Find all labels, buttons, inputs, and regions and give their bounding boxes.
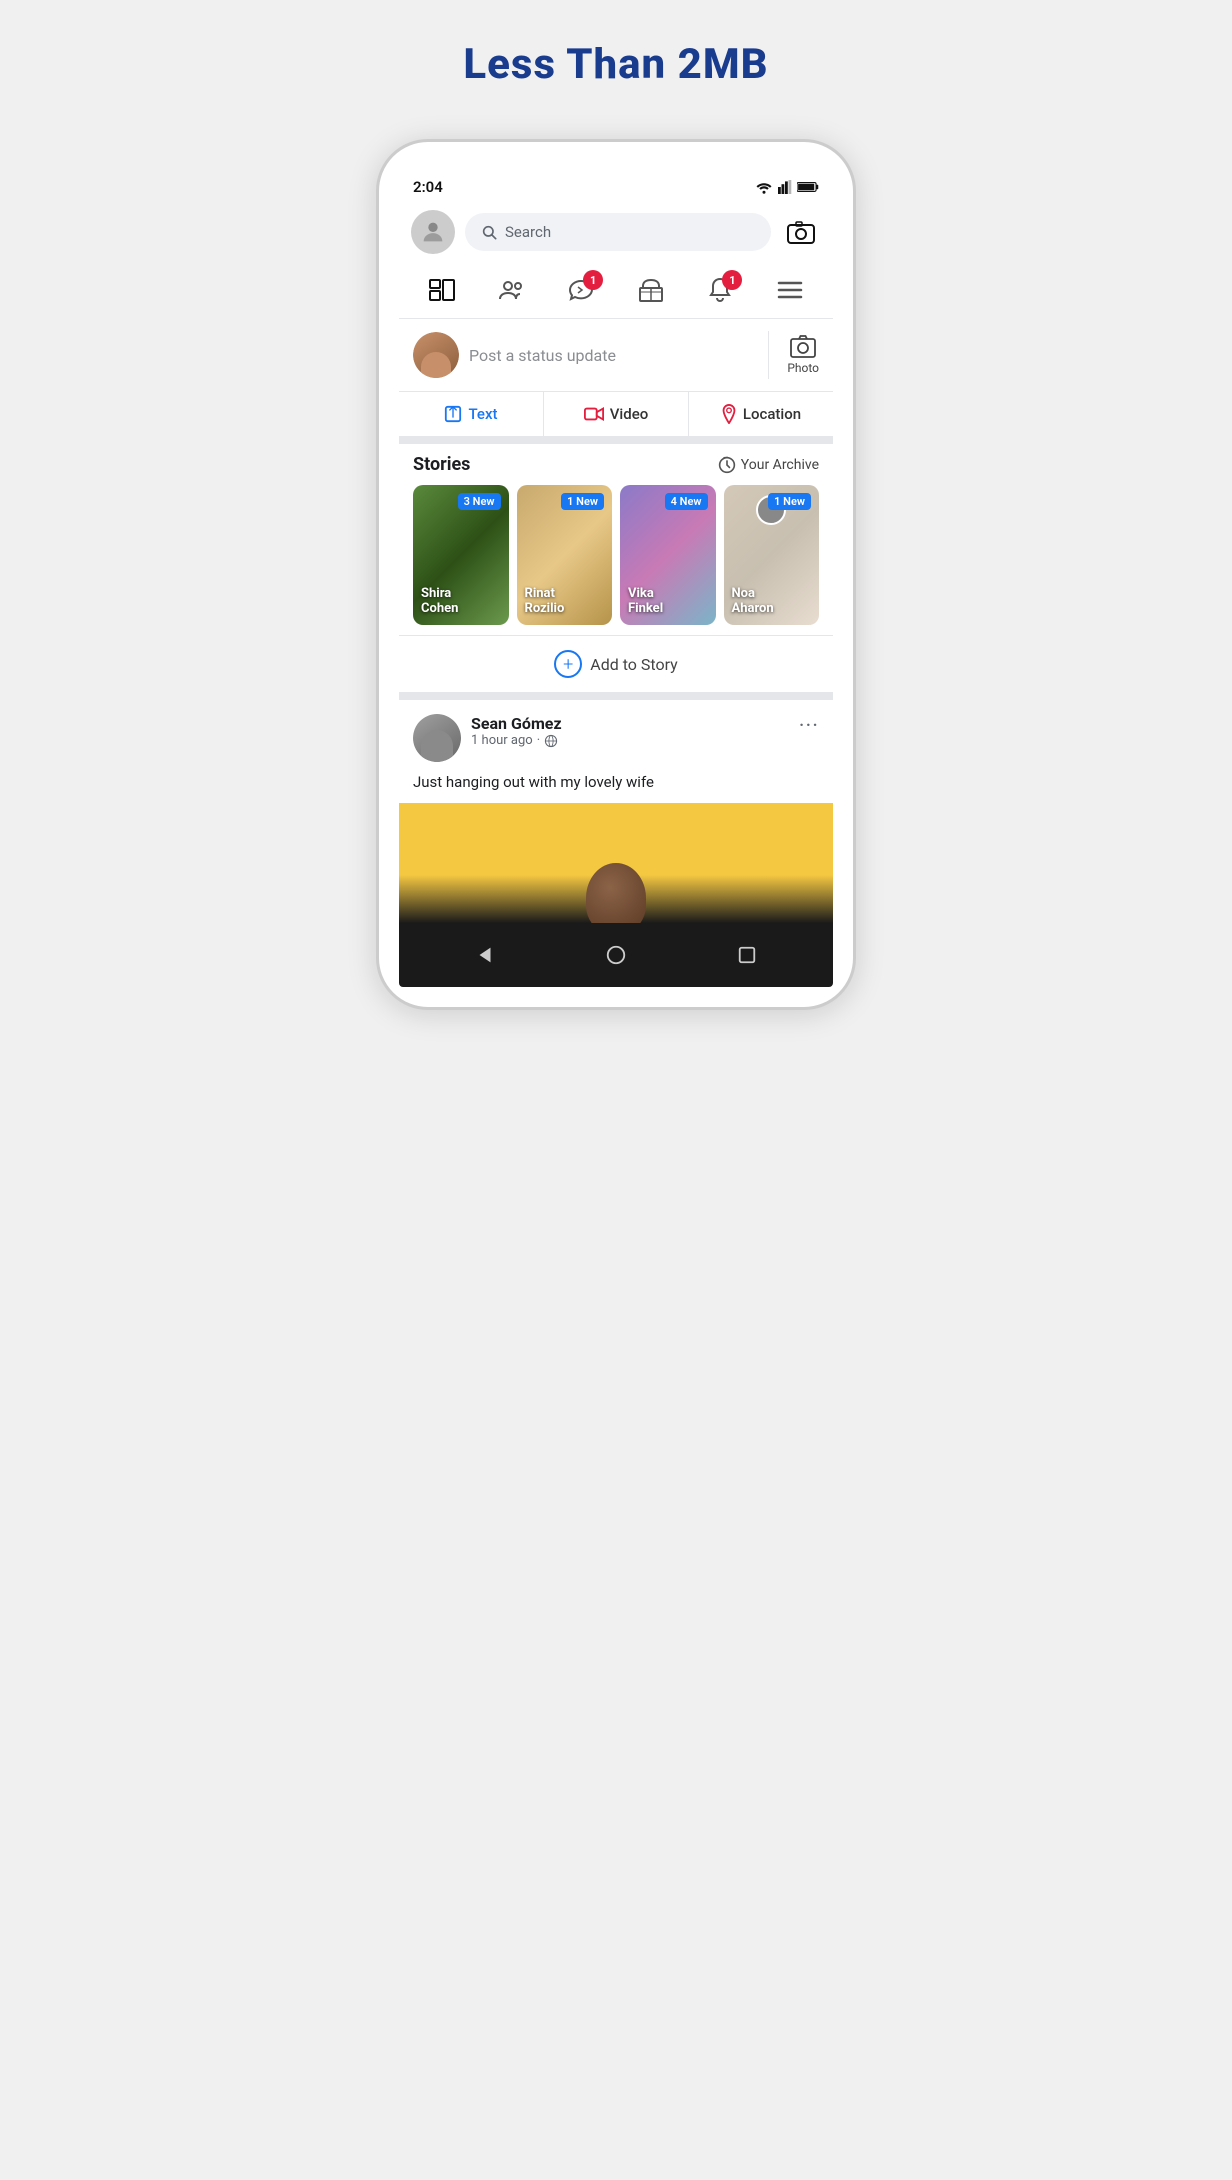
story-badge-0: 3 New <box>458 493 501 510</box>
add-story-button[interactable]: + Add to Story <box>399 635 833 700</box>
story-name-2: VikaFinkel <box>628 586 663 617</box>
location-action-label: Location <box>743 405 801 423</box>
add-story-icon: + <box>554 650 582 678</box>
post-header: Sean Gómez 1 hour ago · ··· <box>413 714 819 762</box>
story-card-3[interactable]: 1 New NoaAharon <box>724 485 820 625</box>
nav-friends[interactable] <box>485 268 537 312</box>
story-badge-2: 4 New <box>665 493 708 510</box>
composer-photo-button[interactable]: Photo <box>787 335 819 375</box>
post-card: Sean Gómez 1 hour ago · ··· <box>399 700 833 923</box>
add-story-label: Add to Story <box>590 655 677 674</box>
nav-notifications[interactable]: 1 <box>694 268 746 312</box>
nav-menu[interactable] <box>764 268 816 312</box>
post-text: Just hanging out with my lovely wife <box>413 772 819 793</box>
stories-title: Stories <box>413 454 470 475</box>
signal-icon <box>778 180 792 194</box>
post-more-button[interactable]: ··· <box>799 714 819 739</box>
status-bar: 2:04 <box>399 172 833 202</box>
globe-icon <box>544 734 558 748</box>
phone-frame: 2:04 <box>376 139 856 1010</box>
archive-button[interactable]: Your Archive <box>718 456 819 474</box>
post-composer: Post a status update Photo <box>399 319 833 392</box>
phone-screen: 2:04 <box>399 172 833 987</box>
text-action-label: Text <box>468 405 497 423</box>
composer-input[interactable]: Post a status update <box>469 346 750 365</box>
nav-feed[interactable] <box>416 268 468 312</box>
recents-button[interactable] <box>727 935 767 975</box>
post-image-subject <box>586 863 646 923</box>
status-icons <box>755 180 819 194</box>
search-bar[interactable]: Search <box>465 213 771 251</box>
top-bar: Search <box>399 202 833 262</box>
page-headline: Less Than 2MB <box>463 40 768 89</box>
story-name-1: RinatRozilio <box>525 586 565 617</box>
camera-button[interactable] <box>781 212 821 252</box>
bottom-nav <box>399 923 833 987</box>
post-time: 1 hour ago · <box>471 733 799 748</box>
composer-divider <box>768 331 769 379</box>
photo-label: Photo <box>787 361 819 375</box>
composer-avatar <box>413 332 459 378</box>
post-image <box>399 803 833 923</box>
search-icon <box>481 224 497 240</box>
status-time: 2:04 <box>413 178 443 196</box>
notifications-badge: 1 <box>722 270 742 290</box>
search-placeholder: Search <box>505 223 551 241</box>
story-card-0[interactable]: 3 New ShiraCohen <box>413 485 509 625</box>
video-action-button[interactable]: Video <box>544 392 689 436</box>
messages-badge: 1 <box>583 270 603 290</box>
location-action-button[interactable]: Location <box>689 392 833 436</box>
stories-section: Stories Your Archive 3 New S <box>399 444 833 635</box>
post-author-name[interactable]: Sean Gómez <box>471 714 799 733</box>
story-name-0: ShiraCohen <box>421 586 458 617</box>
story-card-1[interactable]: 1 New RinatRozilio <box>517 485 613 625</box>
archive-icon <box>718 456 736 474</box>
story-badge-1: 1 New <box>561 493 604 510</box>
archive-label: Your Archive <box>741 457 819 473</box>
profile-avatar[interactable] <box>411 210 455 254</box>
wifi-icon <box>755 180 773 194</box>
stories-header: Stories Your Archive <box>413 454 819 475</box>
back-button[interactable] <box>465 935 505 975</box>
post-actions: Text Video Location <box>399 392 833 444</box>
nav-row: 1 1 <box>399 262 833 319</box>
nav-marketplace[interactable] <box>625 268 677 312</box>
post-meta: Sean Gómez 1 hour ago · <box>471 714 799 748</box>
stories-grid: 3 New ShiraCohen 1 New RinatRozilio 4 Ne… <box>413 485 819 625</box>
video-action-label: Video <box>610 405 649 423</box>
home-button[interactable] <box>596 935 636 975</box>
story-card-2[interactable]: 4 New VikaFinkel <box>620 485 716 625</box>
battery-icon <box>797 181 819 193</box>
post-author-avatar[interactable] <box>413 714 461 762</box>
story-name-3: NoaAharon <box>732 586 774 617</box>
story-badge-3: 1 New <box>768 493 811 510</box>
text-action-button[interactable]: Text <box>399 392 544 436</box>
nav-messages[interactable]: 1 <box>555 268 607 312</box>
